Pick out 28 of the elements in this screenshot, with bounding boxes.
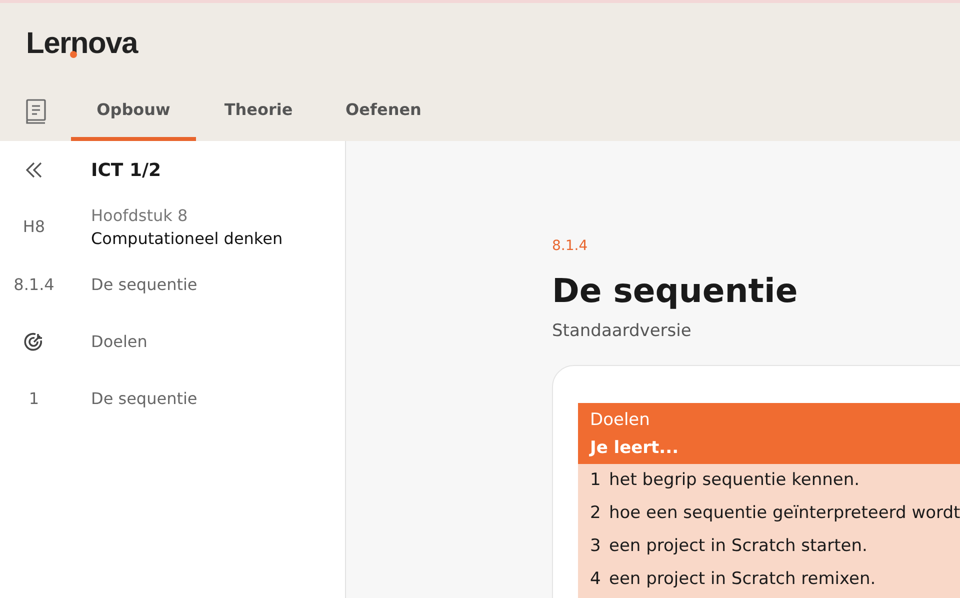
chapter-link[interactable]: Computationeel denken [91,227,283,250]
goal-text: het begrip sequentie kennen. [609,469,860,492]
goals-subheading: Je leert... [590,436,680,460]
logo[interactable]: Lernova [26,26,138,60]
goal-text: een project in Scratch starten. [609,535,868,558]
section-number: 1 [28,388,40,410]
page-title: De sequentie [552,271,799,311]
course-title: ICT 1/2 [91,158,162,182]
section-link[interactable]: De sequentie [91,272,198,296]
book-icon[interactable] [24,98,48,126]
goal-number: 2 [590,502,602,526]
goal-number: 1 [590,469,602,492]
goals-heading: Doelen [590,408,651,432]
section-number: 8.1.4 [14,274,54,296]
tab[interactable]: Theorie [196,83,321,141]
section-number: 8.1.4 [552,237,589,256]
double-chevron-left-icon[interactable] [24,161,44,179]
section-link[interactable]: De sequentie [91,386,198,410]
goals-link[interactable]: Doelen [91,330,148,354]
goal-number: 4 [590,568,602,592]
goal-number: 3 [590,535,602,558]
goal-text: een project in Scratch remixen. [609,568,876,592]
tab[interactable]: Oefenen [321,83,446,141]
version-label: Standaardversie [552,320,692,343]
goal-text: hoe een sequentie geïnterpreteerd wordt [609,502,960,526]
chapter-label: Hoofdstuk 8 [91,205,189,227]
target-icon [23,330,45,352]
chapter-marker: H8 [22,216,46,238]
